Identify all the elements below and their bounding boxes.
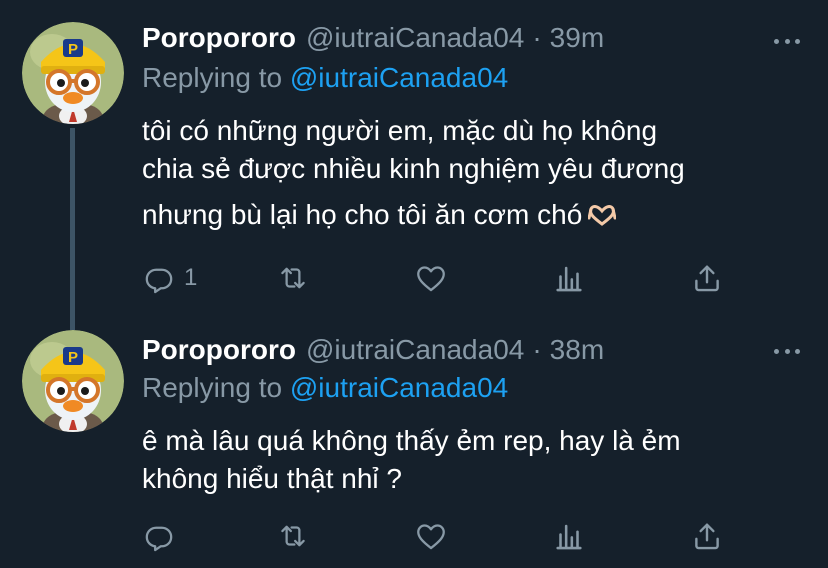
more-icon[interactable]: [774, 36, 800, 46]
replying-label: Replying to: [142, 62, 283, 93]
tweet-text-line: không hiểu thật nhỉ ?: [142, 463, 402, 494]
separator-dot: ·: [532, 334, 542, 365]
tweet-header: Poropororo @iutraiCanada04 · 39m: [142, 22, 604, 62]
tweet-actions: 1: [142, 258, 742, 298]
share-button[interactable]: [690, 258, 724, 298]
tweet[interactable]: Poropororo @iutraiCanada04 · 38m Replyin…: [0, 330, 828, 568]
retweet-button[interactable]: [276, 516, 318, 556]
analytics-button[interactable]: [552, 516, 586, 556]
user-handle[interactable]: @iutraiCanada04: [306, 334, 524, 366]
timestamp[interactable]: 38m: [550, 334, 604, 366]
reply-icon: [145, 268, 173, 294]
more-icon[interactable]: [774, 346, 800, 356]
retweet-icon: [281, 267, 305, 289]
heart-icon: [417, 266, 445, 292]
tweet-text-line: tôi có những người em, mặc dù họ không: [142, 115, 658, 146]
separator-dot: ·: [532, 22, 542, 53]
tweet-text-line: chia sẻ được nhiều kinh nghiệm yêu đương: [142, 153, 685, 184]
share-icon: [695, 523, 719, 550]
tweet-text: ê mà lâu quá không thấy ẻm rep, hay là ẻ…: [142, 422, 802, 498]
display-name[interactable]: Poropororo: [142, 22, 296, 54]
reply-count: 1: [184, 264, 198, 291]
share-icon: [695, 265, 719, 292]
retweet-icon: [281, 525, 305, 547]
heart-hands-emoji: [587, 198, 617, 226]
display-name[interactable]: Poropororo: [142, 334, 296, 366]
tweet-header: Poropororo @iutraiCanada04 · 38m: [142, 334, 604, 374]
replying-label: Replying to: [142, 372, 283, 403]
replying-mention-link[interactable]: @iutraiCanada04: [290, 62, 508, 93]
tweet-text-line: nhưng bù lại họ cho tôi ăn cơm chó: [142, 196, 802, 234]
tweet-text-line-content: nhưng bù lại họ cho tôi ăn cơm chó: [142, 199, 583, 230]
replying-mention-link[interactable]: @iutraiCanada04: [290, 372, 508, 403]
heart-icon: [417, 524, 445, 550]
tweet[interactable]: Poropororo @iutraiCanada04 · 39m Replyin…: [0, 0, 828, 330]
analytics-icon: [556, 524, 582, 550]
thread-connector-line: [70, 128, 75, 330]
tweet-text-line: ê mà lâu quá không thấy ẻm rep, hay là ẻ…: [142, 425, 681, 456]
reply-icon: [145, 526, 173, 552]
user-handle[interactable]: @iutraiCanada04: [306, 22, 524, 54]
replying-to: Replying to @iutraiCanada04: [142, 372, 508, 404]
replying-to: Replying to @iutraiCanada04: [142, 62, 508, 94]
avatar[interactable]: [22, 22, 124, 124]
like-button[interactable]: [414, 516, 456, 556]
avatar[interactable]: [22, 330, 124, 432]
analytics-button[interactable]: [552, 258, 586, 298]
analytics-icon: [556, 266, 582, 292]
tweet-actions: [142, 516, 742, 556]
like-button[interactable]: [414, 258, 456, 298]
reply-button[interactable]: [142, 516, 184, 556]
timestamp[interactable]: 39m: [550, 22, 604, 54]
retweet-button[interactable]: [276, 258, 318, 298]
share-button[interactable]: [690, 516, 724, 556]
tweet-text: tôi có những người em, mặc dù họ không c…: [142, 112, 802, 234]
reply-button[interactable]: 1: [142, 258, 197, 298]
